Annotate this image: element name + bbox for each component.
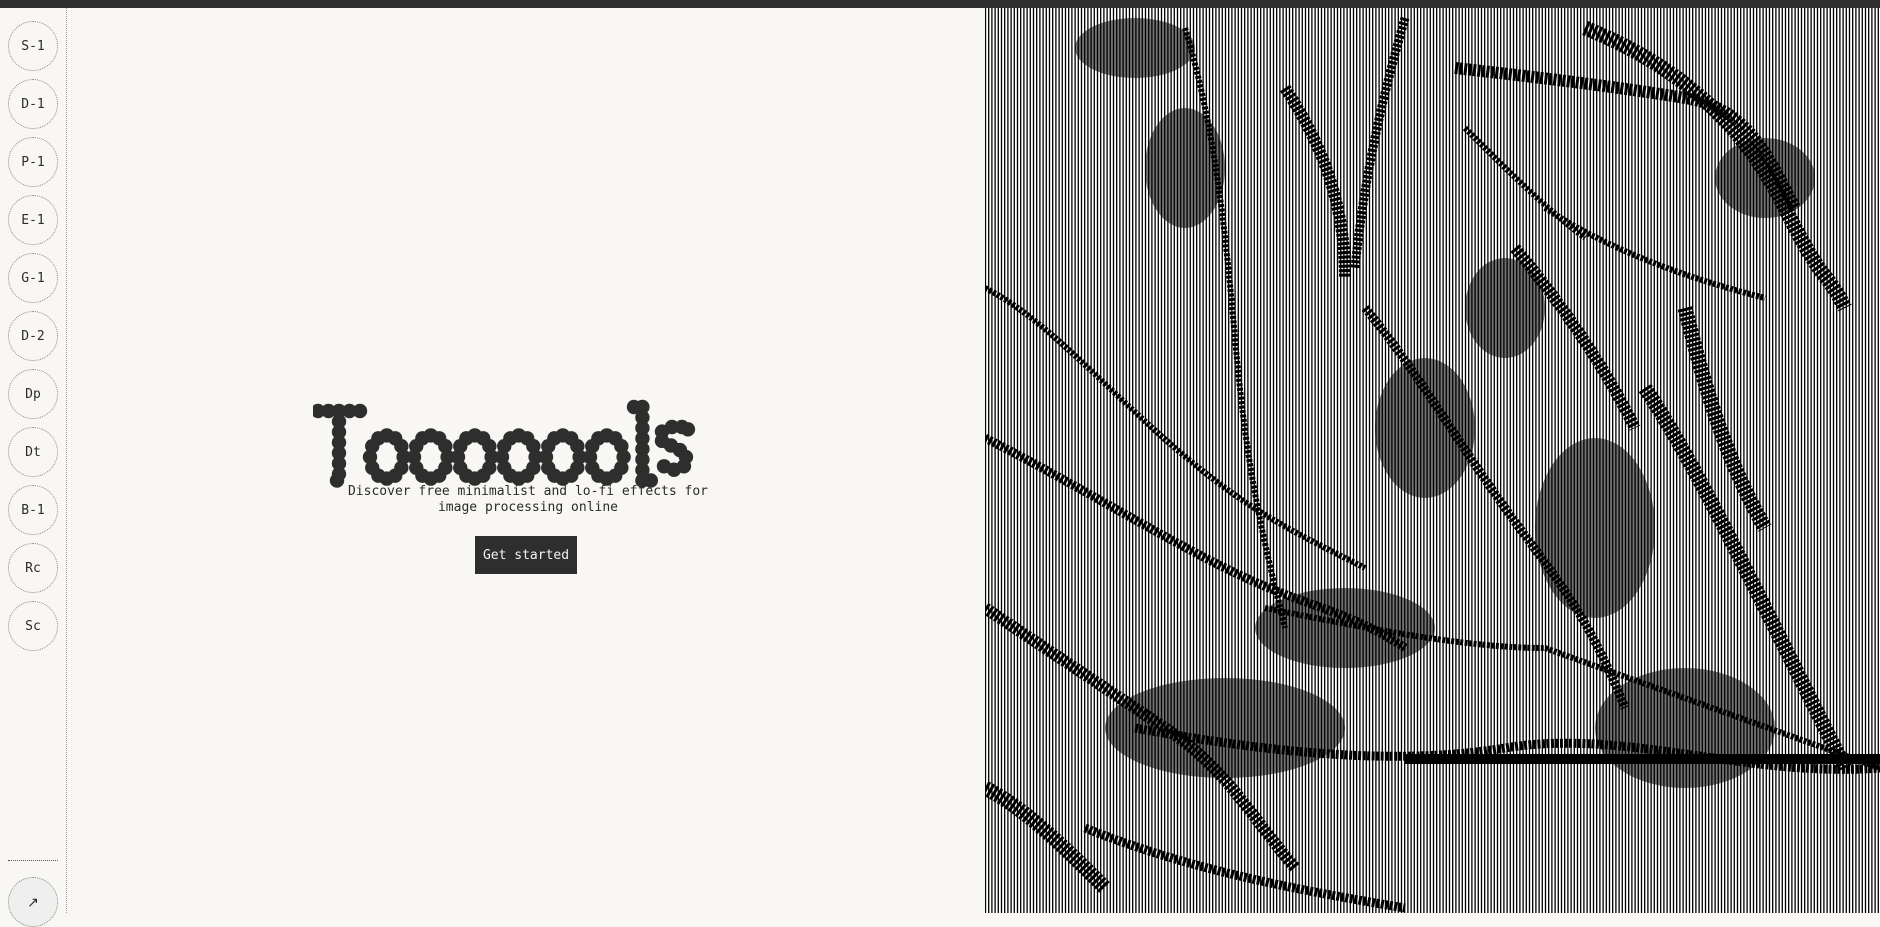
bookmark-item[interactable]: Vector Icons and... [406,0,558,2]
tool-button-d-2[interactable]: D-2 [8,311,58,361]
bookmark-item[interactable]: Chkit postposten... [921,0,1075,2]
tool-button-dt[interactable]: Dt [8,427,58,477]
logo-letter [538,428,587,486]
logo-letter [654,419,696,477]
logo-letter [406,428,455,486]
bookmark-item[interactable]: Кокосний на кн... [1213,0,1364,2]
tool-button-b-1[interactable]: B-1 [8,485,58,535]
logo-letter [362,428,411,486]
bookmark-item[interactable]: Кокоснева кн... [1075,0,1213,2]
logo [313,399,696,488]
bookmark-item[interactable]: Free and premium... [154,0,316,2]
external-link-button[interactable]: ↗ [8,877,58,927]
sidebar-divider [8,860,58,861]
bookmark-item[interactable]: Stable Diffusion Pr... [1593,0,1755,2]
tagline: Discover free minimalist and lo-fi effec… [313,484,743,516]
dithered-artwork [985,8,1880,913]
bookmark-item[interactable] [558,0,599,2]
bookmark-item[interactable]: YouTube [316,0,406,2]
bookmark-item[interactable]: Creative Content... [0,0,154,2]
tool-button-g-1[interactable]: G-1 [8,253,58,303]
arrow-up-right-icon: ↗ [27,893,39,910]
logo-letter [450,428,499,486]
tagline-line-2: image processing online [437,500,618,515]
bookmark-item[interactable]: Тайм Survey — cal... [1755,0,1880,2]
tool-button-p-1[interactable]: P-1 [8,137,58,187]
tool-button-e-1[interactable]: E-1 [8,195,58,245]
bookmark-item[interactable]: Epo ind in PlaceSe... [758,0,921,2]
logo-letter [494,428,543,486]
tool-button-d-1[interactable]: D-1 [8,79,58,129]
tool-button-dp[interactable]: Dp [8,369,58,419]
dithered-image [985,8,1880,913]
bookmark-item[interactable]: Корм Purina Pro P... [599,0,758,2]
logo-letter [582,428,631,486]
bookmarks-bar: Creative Content...Free and premium...Yo… [0,0,1880,8]
tool-button-sc[interactable]: Sc [8,601,58,651]
bookmark-item[interactable]: Google [1510,0,1593,2]
tool-button-rc[interactable]: Rc [8,543,58,593]
tagline-line-1: Discover free minimalist and lo-fi effec… [347,484,709,499]
get-started-button[interactable]: Get started [475,536,577,574]
logo-letter [626,399,658,488]
tool-button-s-1[interactable]: S-1 [8,21,58,71]
bookmark-item[interactable]: Смарашен Нор... [1364,0,1510,2]
logo-letter [313,403,368,488]
hero: Discover free minimalist and lo-fi effec… [68,8,985,913]
sidebar: Sc Rc B-1 Dt Dp D-2 G-1 E-1 P-1 D-1 S-1 ↗ [0,8,67,927]
